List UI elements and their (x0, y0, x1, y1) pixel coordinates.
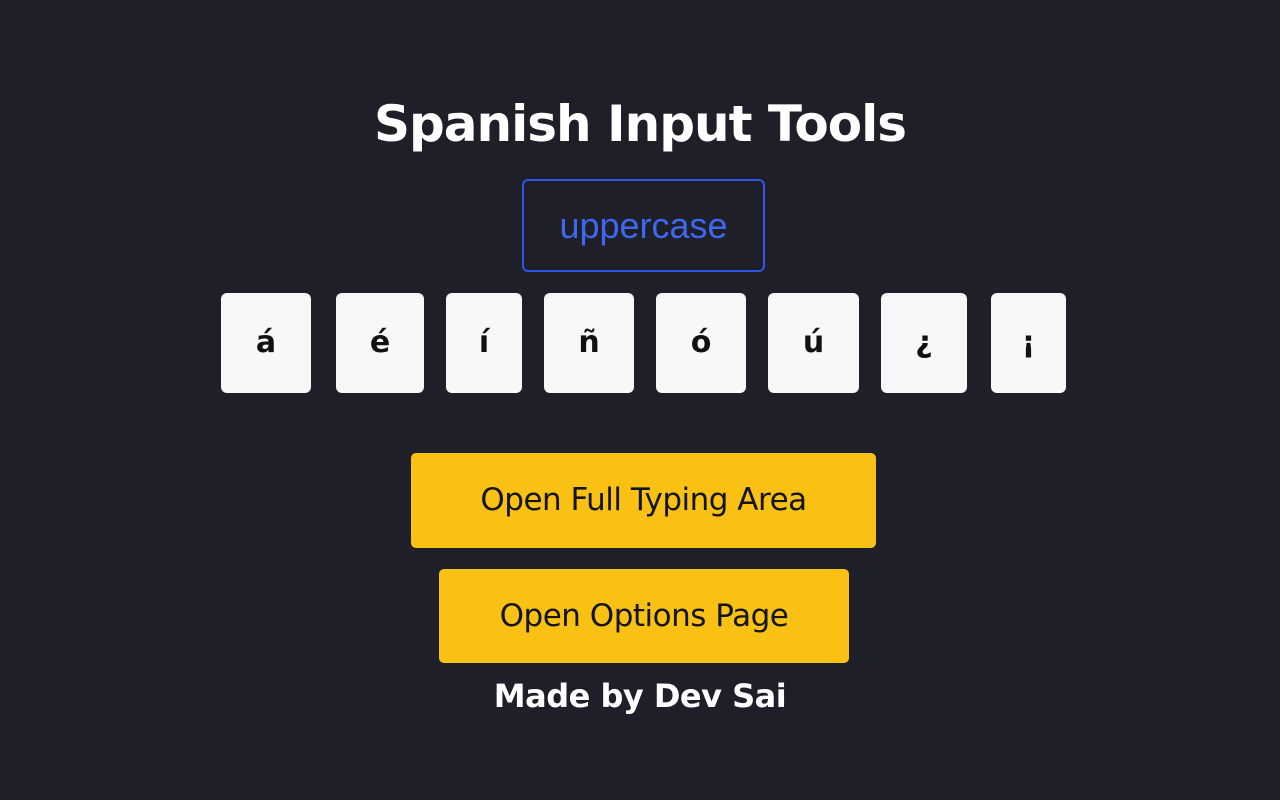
key-inverted-exclamation[interactable]: ¡ (991, 293, 1066, 393)
key-o-acute[interactable]: ó (656, 293, 746, 393)
uppercase-toggle-button[interactable]: uppercase (522, 179, 765, 272)
popup-page: Spanish Input Tools uppercase á é í ñ ó … (0, 0, 1280, 800)
footer-credit: Made by Dev Sai (493, 677, 787, 715)
key-a-acute[interactable]: á (221, 293, 311, 393)
key-inverted-question[interactable]: ¿ (881, 293, 967, 393)
page-title: Spanish Input Tools (373, 95, 907, 153)
open-full-typing-area-button[interactable]: Open Full Typing Area (411, 453, 876, 548)
open-options-page-button[interactable]: Open Options Page (439, 569, 849, 663)
key-u-acute[interactable]: ú (768, 293, 859, 393)
key-n-tilde[interactable]: ñ (544, 293, 634, 393)
key-i-acute[interactable]: í (446, 293, 522, 393)
key-e-acute[interactable]: é (336, 293, 424, 393)
